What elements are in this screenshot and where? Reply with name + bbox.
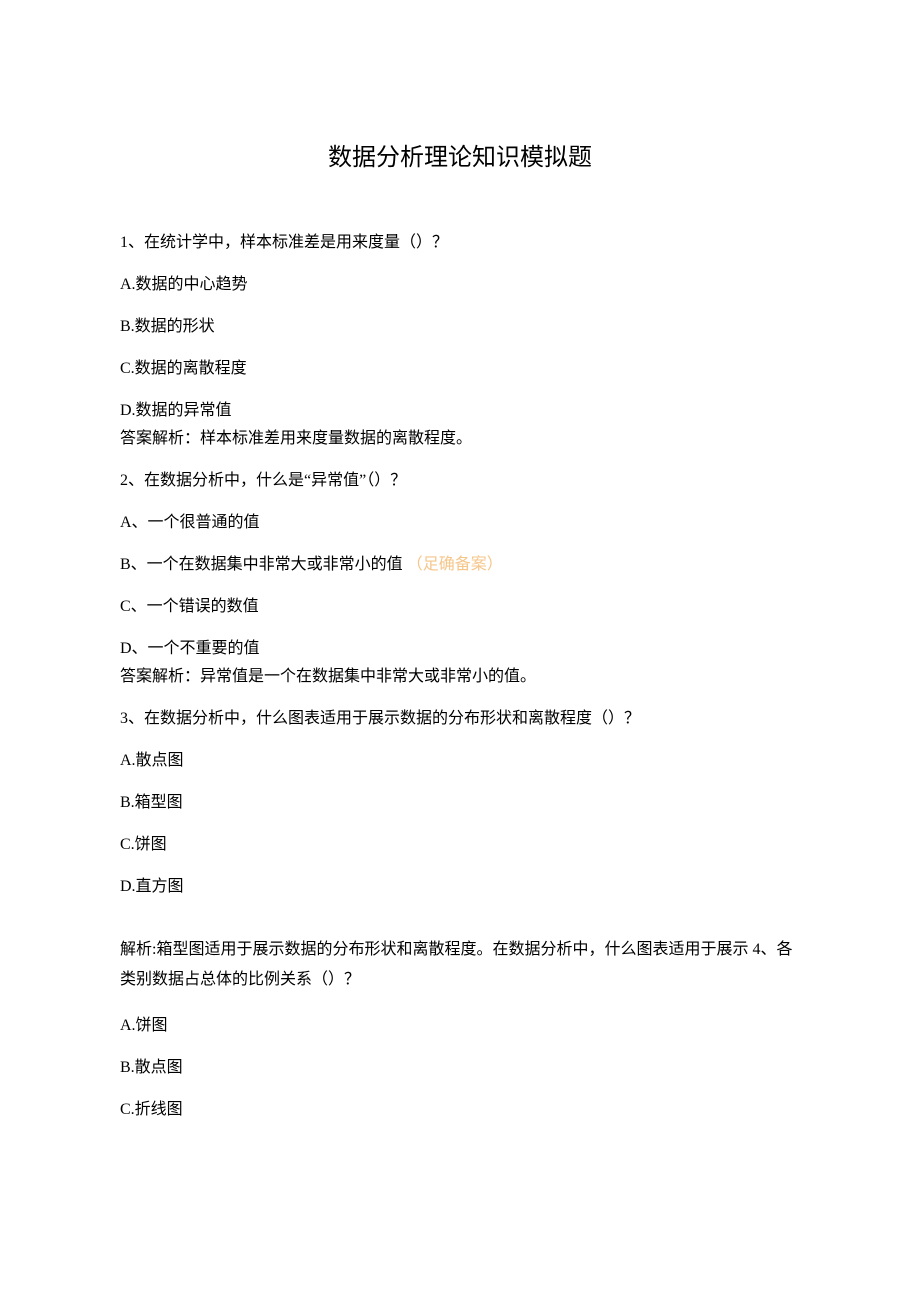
- option-b-text: B、一个在数据集中非常大或非常小的值: [120, 556, 403, 573]
- question-1: 1、在统计学中，样本标准差是用来度量（）？ A.数据的中心趋势 B.数据的形状 …: [120, 231, 800, 451]
- question-stem: 3、在数据分析中，什么图表适用于展示数据的分布形状和离散程度（）？: [120, 707, 800, 731]
- question-stem: 2、在数据分析中，什么是“异常值”（）？: [120, 469, 800, 493]
- option-c: C.饼图: [120, 833, 800, 857]
- option-c: C.数据的离散程度: [120, 357, 800, 381]
- question-3: 3、在数据分析中，什么图表适用于展示数据的分布形状和离散程度（）？ A.散点图 …: [120, 707, 800, 899]
- option-c: C.折线图: [120, 1098, 800, 1122]
- option-d: D.直方图: [120, 875, 800, 899]
- option-a: A.饼图: [120, 1014, 800, 1038]
- option-c: C、一个错误的数值: [120, 595, 800, 619]
- option-a: A、一个很普通的值: [120, 511, 800, 535]
- page-title: 数据分析理论知识模拟题: [120, 140, 800, 176]
- option-d: D、一个不重要的值: [120, 637, 800, 661]
- option-a: A.散点图: [120, 749, 800, 773]
- option-b: B.散点图: [120, 1056, 800, 1080]
- question-stem: 1、在统计学中，样本标准差是用来度量（）？: [120, 231, 800, 255]
- answer-explanation: 答案解析：样本标准差用来度量数据的离散程度。: [120, 427, 800, 451]
- document-page: 数据分析理论知识模拟题 1、在统计学中，样本标准差是用来度量（）？ A.数据的中…: [0, 0, 920, 1122]
- answer-explanation: 答案解析：异常值是一个在数据集中非常大或非常小的值。: [120, 665, 800, 689]
- option-d: D.数据的异常值: [120, 399, 800, 423]
- spacer: [120, 917, 800, 935]
- option-b: B、一个在数据集中非常大或非常小的值 （足确备案）: [120, 553, 800, 577]
- explanation-and-question-4: 解析:箱型图适用于展示数据的分布形状和离散程度。在数据分析中，什么图表适用于展示…: [120, 935, 800, 996]
- correct-answer-mark: （足确备案）: [407, 556, 503, 573]
- option-b: B.数据的形状: [120, 315, 800, 339]
- option-b: B.箱型图: [120, 791, 800, 815]
- question-2: 2、在数据分析中，什么是“异常值”（）？ A、一个很普通的值 B、一个在数据集中…: [120, 469, 800, 689]
- option-a: A.数据的中心趋势: [120, 273, 800, 297]
- question-4-options: A.饼图 B.散点图 C.折线图: [120, 1014, 800, 1122]
